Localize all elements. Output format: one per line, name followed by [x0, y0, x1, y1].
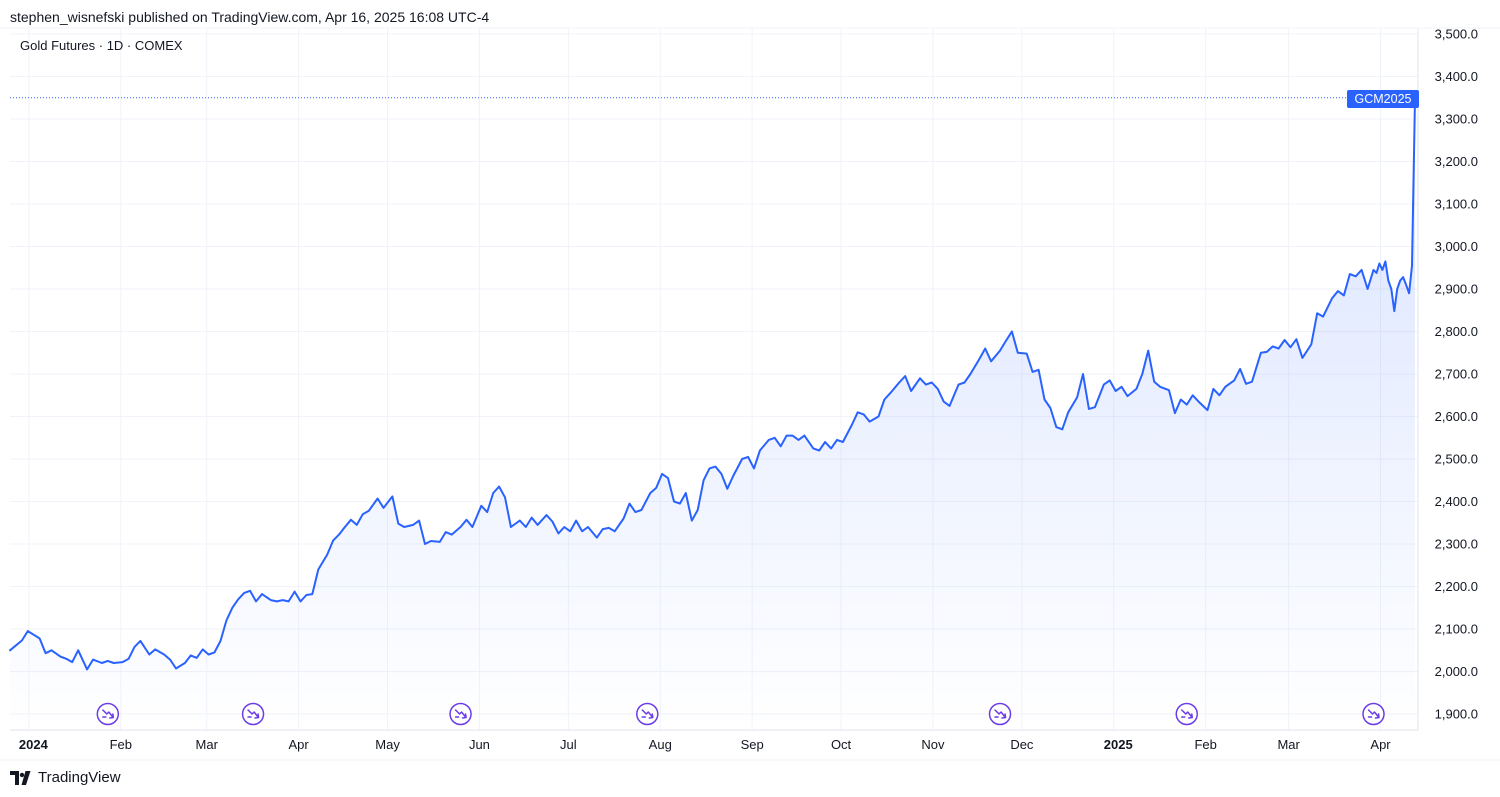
x-tick-label: Mar	[1277, 737, 1300, 752]
brand-name: TradingView	[38, 769, 121, 786]
tradingview-logo-icon[interactable]	[10, 770, 32, 785]
y-tick-label: 2,200.0	[1435, 579, 1478, 594]
y-tick-label: 3,100.0	[1435, 197, 1478, 212]
symbol-title: Gold Futures · 1D · COMEX	[20, 38, 183, 53]
y-tick-label: 2,700.0	[1435, 367, 1478, 382]
price-tag: GCM2025	[1347, 90, 1419, 108]
x-tick-label: Apr	[1370, 737, 1391, 752]
x-tick-label: May	[375, 737, 400, 752]
x-tick-label: Jun	[469, 737, 490, 752]
y-tick-label: 3,400.0	[1435, 69, 1478, 84]
y-tick-label: 2,100.0	[1435, 622, 1478, 637]
x-tick-label: Aug	[649, 737, 672, 752]
x-tick-label: Jul	[560, 737, 577, 752]
event-marker[interactable]	[1362, 702, 1385, 726]
event-marker[interactable]	[1175, 702, 1199, 726]
x-tick-label: Sep	[741, 737, 764, 752]
y-tick-label: 2,300.0	[1435, 537, 1478, 552]
event-marker[interactable]	[988, 702, 1012, 726]
event-marker[interactable]	[449, 702, 472, 726]
price-area	[10, 97, 1415, 731]
footer: TradingView	[10, 769, 121, 786]
y-tick-label: 1,900.0	[1435, 707, 1478, 722]
price-chart[interactable]: 1,900.0 2,000.0 2,100.0 2,200.0 2,300.0 2,400…	[0, 0, 1500, 797]
y-tick-label: 2,500.0	[1435, 452, 1478, 467]
x-tick-label: Apr	[289, 737, 310, 752]
x-tick-label: Feb	[110, 737, 132, 752]
event-marker[interactable]	[96, 702, 120, 726]
x-tick-label: 2025	[1104, 737, 1133, 752]
y-tick-label: 2,000.0	[1435, 664, 1478, 679]
y-tick-label: 3,300.0	[1435, 112, 1478, 127]
x-tick-label: Nov	[921, 737, 945, 752]
x-tick-label: Mar	[196, 737, 219, 752]
x-tick-label: Dec	[1010, 737, 1034, 752]
event-marker[interactable]	[241, 702, 265, 726]
x-tick-label: Feb	[1194, 737, 1216, 752]
y-tick-label: 3,000.0	[1435, 239, 1478, 254]
y-tick-label: 2,600.0	[1435, 409, 1478, 424]
y-tick-label: 2,800.0	[1435, 324, 1478, 339]
event-marker[interactable]	[636, 702, 659, 726]
x-tick-label: 2024	[19, 737, 49, 752]
y-tick-label: 2,900.0	[1435, 282, 1478, 297]
y-tick-label: 2,400.0	[1435, 494, 1478, 509]
y-tick-label: 3,200.0	[1435, 154, 1478, 169]
x-tick-label: Oct	[831, 737, 852, 752]
y-tick-label: 3,500.0	[1435, 27, 1478, 42]
